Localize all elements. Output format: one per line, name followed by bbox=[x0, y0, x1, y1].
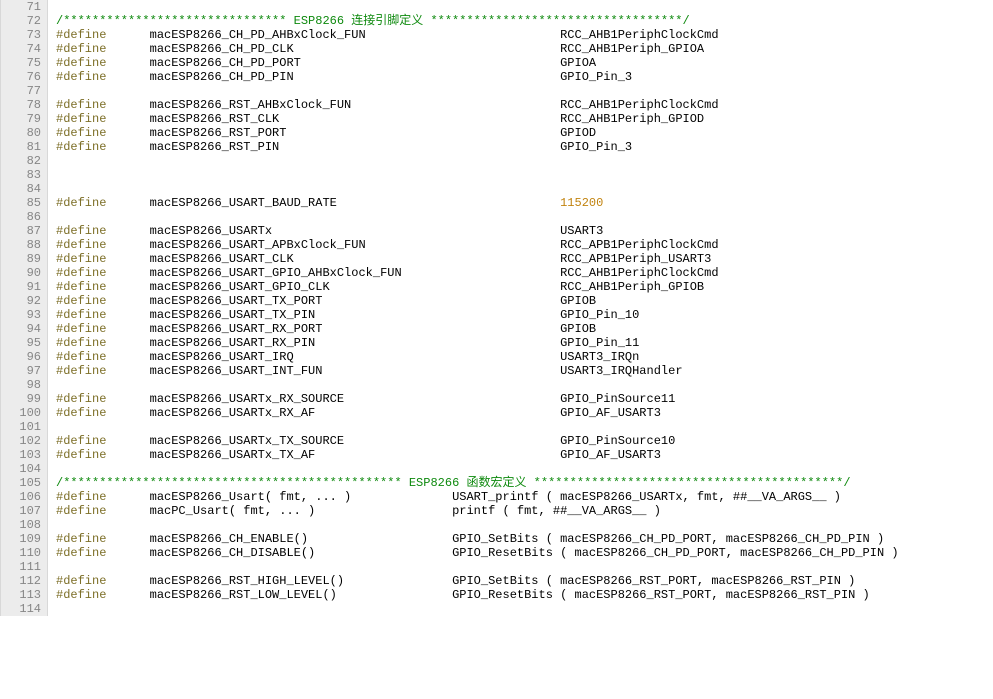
code-line: #define macESP8266_CH_PD_AHBxClock_FUN R… bbox=[56, 28, 899, 42]
code-line: #define macESP8266_USARTx_TX_AF GPIO_AF_… bbox=[56, 448, 899, 462]
code-line: #define macESP8266_USART_BAUD_RATE 11520… bbox=[56, 196, 899, 210]
code-editor: 7172737475767778798081828384858687888990… bbox=[0, 0, 993, 616]
code-line: #define macESP8266_CH_PD_CLK RCC_AHB1Per… bbox=[56, 42, 899, 56]
line-number: 86 bbox=[1, 210, 41, 224]
line-number: 111 bbox=[1, 560, 41, 574]
line-number: 113 bbox=[1, 588, 41, 602]
code-line bbox=[56, 0, 899, 14]
code-line bbox=[56, 560, 899, 574]
line-number: 110 bbox=[1, 546, 41, 560]
code-line bbox=[56, 210, 899, 224]
code-line: #define macESP8266_USART_INT_FUN USART3_… bbox=[56, 364, 899, 378]
line-number: 79 bbox=[1, 112, 41, 126]
code-line: #define macESP8266_USART_CLK RCC_APB1Per… bbox=[56, 252, 899, 266]
line-number: 101 bbox=[1, 420, 41, 434]
code-line: #define macESP8266_USART_RX_PORT GPIOB bbox=[56, 322, 899, 336]
code-line: #define macESP8266_USARTx_TX_SOURCE GPIO… bbox=[56, 434, 899, 448]
code-line: #define macESP8266_USART_IRQ USART3_IRQn bbox=[56, 350, 899, 364]
line-number: 103 bbox=[1, 448, 41, 462]
line-number: 102 bbox=[1, 434, 41, 448]
code-line: #define macESP8266_CH_ENABLE() GPIO_SetB… bbox=[56, 532, 899, 546]
code-line bbox=[56, 462, 899, 476]
code-line: #define macESP8266_USARTx USART3 bbox=[56, 224, 899, 238]
code-line: #define macESP8266_USARTx_RX_SOURCE GPIO… bbox=[56, 392, 899, 406]
line-number: 81 bbox=[1, 140, 41, 154]
code-line bbox=[56, 182, 899, 196]
code-line bbox=[56, 154, 899, 168]
line-number: 88 bbox=[1, 238, 41, 252]
line-number: 114 bbox=[1, 602, 41, 616]
code-line: /******************************* ESP8266… bbox=[56, 14, 899, 28]
line-number: 107 bbox=[1, 504, 41, 518]
code-line bbox=[56, 378, 899, 392]
code-line: #define macESP8266_RST_AHBxClock_FUN RCC… bbox=[56, 98, 899, 112]
code-line: #define macESP8266_RST_PORT GPIOD bbox=[56, 126, 899, 140]
code-line: #define macESP8266_USART_GPIO_AHBxClock_… bbox=[56, 266, 899, 280]
line-number: 72 bbox=[1, 14, 41, 28]
code-line: #define macESP8266_USART_TX_PIN GPIO_Pin… bbox=[56, 308, 899, 322]
line-number: 108 bbox=[1, 518, 41, 532]
code-line bbox=[56, 168, 899, 182]
code-line bbox=[56, 84, 899, 98]
code-line: #define macESP8266_USART_RX_PIN GPIO_Pin… bbox=[56, 336, 899, 350]
line-number: 94 bbox=[1, 322, 41, 336]
code-line: #define macESP8266_RST_LOW_LEVEL() GPIO_… bbox=[56, 588, 899, 602]
code-line: #define macESP8266_Usart( fmt, ... ) USA… bbox=[56, 490, 899, 504]
line-number: 84 bbox=[1, 182, 41, 196]
line-number: 109 bbox=[1, 532, 41, 546]
line-number: 96 bbox=[1, 350, 41, 364]
code-line: #define macESP8266_USART_GPIO_CLK RCC_AH… bbox=[56, 280, 899, 294]
code-line: #define macESP8266_RST_PIN GPIO_Pin_3 bbox=[56, 140, 899, 154]
line-number: 71 bbox=[1, 0, 41, 14]
code-area[interactable]: /******************************* ESP8266… bbox=[48, 0, 899, 616]
line-number: 83 bbox=[1, 168, 41, 182]
line-number: 89 bbox=[1, 252, 41, 266]
line-number: 92 bbox=[1, 294, 41, 308]
line-number-gutter: 7172737475767778798081828384858687888990… bbox=[0, 0, 48, 616]
code-line bbox=[56, 602, 899, 616]
line-number: 78 bbox=[1, 98, 41, 112]
code-line bbox=[56, 420, 899, 434]
line-number: 90 bbox=[1, 266, 41, 280]
line-number: 77 bbox=[1, 84, 41, 98]
code-line: #define macESP8266_CH_DISABLE() GPIO_Res… bbox=[56, 546, 899, 560]
line-number: 104 bbox=[1, 462, 41, 476]
code-line: #define macESP8266_USARTx_RX_AF GPIO_AF_… bbox=[56, 406, 899, 420]
line-number: 106 bbox=[1, 490, 41, 504]
line-number: 91 bbox=[1, 280, 41, 294]
code-line: #define macESP8266_CH_PD_PIN GPIO_Pin_3 bbox=[56, 70, 899, 84]
line-number: 99 bbox=[1, 392, 41, 406]
code-line bbox=[56, 518, 899, 532]
line-number: 82 bbox=[1, 154, 41, 168]
code-line: /***************************************… bbox=[56, 476, 899, 490]
line-number: 112 bbox=[1, 574, 41, 588]
line-number: 98 bbox=[1, 378, 41, 392]
code-line: #define macESP8266_USART_APBxClock_FUN R… bbox=[56, 238, 899, 252]
line-number: 95 bbox=[1, 336, 41, 350]
code-line: #define macESP8266_RST_CLK RCC_AHB1Perip… bbox=[56, 112, 899, 126]
line-number: 85 bbox=[1, 196, 41, 210]
line-number: 74 bbox=[1, 42, 41, 56]
line-number: 80 bbox=[1, 126, 41, 140]
code-line: #define macPC_Usart( fmt, ... ) printf (… bbox=[56, 504, 899, 518]
line-number: 76 bbox=[1, 70, 41, 84]
line-number: 75 bbox=[1, 56, 41, 70]
line-number: 87 bbox=[1, 224, 41, 238]
line-number: 73 bbox=[1, 28, 41, 42]
code-line: #define macESP8266_CH_PD_PORT GPIOA bbox=[56, 56, 899, 70]
code-line: #define macESP8266_USART_TX_PORT GPIOB bbox=[56, 294, 899, 308]
code-line: #define macESP8266_RST_HIGH_LEVEL() GPIO… bbox=[56, 574, 899, 588]
line-number: 105 bbox=[1, 476, 41, 490]
line-number: 93 bbox=[1, 308, 41, 322]
line-number: 100 bbox=[1, 406, 41, 420]
line-number: 97 bbox=[1, 364, 41, 378]
